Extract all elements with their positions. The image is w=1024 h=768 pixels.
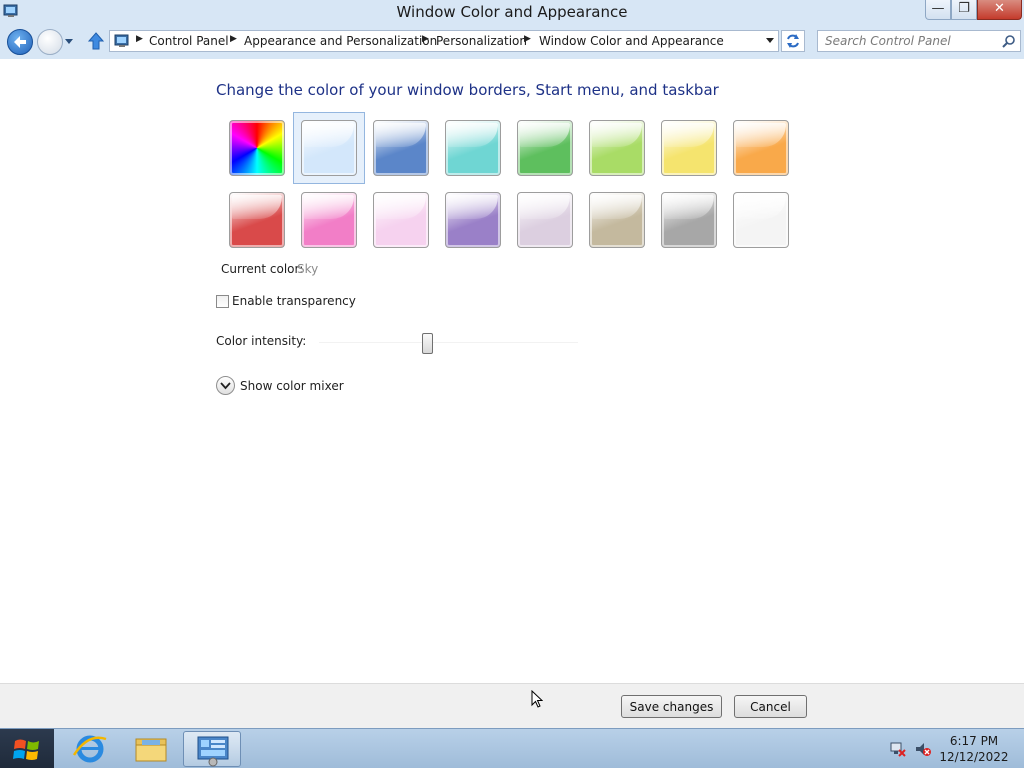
color-swatch[interactable]: [733, 192, 789, 248]
swatch-gloss: [664, 195, 714, 219]
clock-date[interactable]: 12/12/2022: [939, 750, 1009, 764]
control-panel-icon: [114, 34, 129, 47]
address-bar[interactable]: ▶ Control Panel ▶ Appearance and Persona…: [109, 30, 779, 52]
network-icon[interactable]: [889, 741, 907, 757]
breadcrumb-personalization[interactable]: Personalization: [436, 34, 527, 48]
control-panel-icon: [197, 736, 229, 767]
color-intensity-label: Color intensity:: [216, 334, 307, 348]
enable-transparency-checkbox[interactable]: [216, 295, 229, 308]
color-swatch[interactable]: [661, 120, 717, 176]
button-bar: Save changes Cancel: [0, 683, 1024, 728]
folder-icon: [135, 738, 167, 762]
color-swatch[interactable]: [589, 120, 645, 176]
windows-logo-icon: [13, 739, 39, 760]
search-input[interactable]: Search Control Panel: [825, 34, 951, 48]
color-intensity-slider-track[interactable]: [319, 342, 578, 343]
cancel-button[interactable]: Cancel: [734, 695, 807, 718]
swatch-gloss: [736, 123, 786, 147]
recent-pages-chevron-icon[interactable]: [64, 35, 74, 47]
color-swatch[interactable]: [301, 120, 357, 176]
address-dropdown-icon[interactable]: [766, 38, 774, 43]
swatch-gloss: [592, 123, 642, 147]
title-bar: Window Color and Appearance — ❐ ✕: [0, 0, 1024, 26]
swatch-gloss: [520, 123, 570, 147]
maximize-button[interactable]: ❐: [951, 0, 977, 20]
taskbar-file-explorer[interactable]: [122, 731, 180, 767]
refresh-button[interactable]: [781, 30, 805, 52]
swatch-gloss: [592, 195, 642, 219]
back-arrow-icon: [14, 36, 26, 48]
breadcrumb-control-panel[interactable]: Control Panel: [149, 34, 229, 48]
minimize-icon: —: [931, 1, 945, 16]
color-swatch[interactable]: [301, 192, 357, 248]
navigation-bar: ▶ Control Panel ▶ Appearance and Persona…: [0, 26, 1024, 59]
breadcrumb-separator-icon[interactable]: ▶: [524, 34, 531, 44]
show-color-mixer-label[interactable]: Show color mixer: [240, 379, 344, 393]
window-title: Window Color and Appearance: [396, 3, 628, 21]
save-changes-button[interactable]: Save changes: [621, 695, 722, 718]
volume-muted-icon[interactable]: [914, 741, 932, 757]
clock-time[interactable]: 6:17 PM: [939, 734, 1009, 748]
taskbar-internet-explorer[interactable]: [62, 731, 120, 767]
color-swatch[interactable]: [733, 120, 789, 176]
breadcrumb-separator-icon[interactable]: ▶: [136, 34, 143, 44]
swatch-gloss: [304, 123, 354, 147]
show-color-mixer-button[interactable]: [216, 376, 235, 395]
chevron-down-icon: [220, 382, 231, 390]
color-swatch[interactable]: [229, 192, 285, 248]
swatch-gloss: [448, 195, 498, 219]
enable-transparency-label[interactable]: Enable transparency: [232, 294, 356, 308]
current-color-value: Sky: [297, 262, 319, 276]
taskbar: 6:17 PM 12/12/2022: [0, 728, 1024, 768]
back-button[interactable]: [7, 29, 33, 55]
color-swatch[interactable]: [373, 192, 429, 248]
page-heading: Change the color of your window borders,…: [216, 81, 719, 99]
color-swatch[interactable]: [517, 192, 573, 248]
close-icon: ✕: [994, 1, 1005, 16]
forward-button[interactable]: [37, 29, 63, 55]
swatch-gloss: [520, 195, 570, 219]
swatch-gloss: [448, 123, 498, 147]
swatch-gloss: [304, 195, 354, 219]
color-swatch[interactable]: [229, 120, 285, 176]
internet-explorer-icon: [72, 735, 107, 763]
color-intensity-slider-thumb[interactable]: [422, 333, 433, 354]
breadcrumb-window-color[interactable]: Window Color and Appearance: [539, 34, 724, 48]
mouse-cursor-icon: [531, 690, 543, 708]
color-swatch[interactable]: [373, 120, 429, 176]
breadcrumb-separator-icon[interactable]: ▶: [230, 34, 237, 44]
color-swatch[interactable]: [445, 192, 501, 248]
refresh-icon: [787, 34, 799, 48]
taskbar-control-panel[interactable]: [183, 731, 241, 767]
search-icon[interactable]: [1001, 34, 1016, 49]
color-swatch[interactable]: [445, 120, 501, 176]
swatch-gloss: [736, 195, 786, 219]
close-button[interactable]: ✕: [977, 0, 1022, 20]
swatch-gloss: [376, 195, 426, 219]
color-swatch[interactable]: [589, 192, 645, 248]
restore-icon: ❐: [958, 1, 970, 16]
swatch-gloss: [376, 123, 426, 147]
color-swatch[interactable]: [517, 120, 573, 176]
breadcrumb-appearance-personalization[interactable]: Appearance and Personalization: [244, 34, 437, 48]
breadcrumb-separator-icon[interactable]: ▶: [422, 34, 429, 44]
up-arrow-icon[interactable]: [87, 31, 105, 51]
start-button[interactable]: [0, 729, 54, 768]
current-color-label: Current color:: [221, 262, 304, 276]
color-swatch[interactable]: [661, 192, 717, 248]
swatch-gloss: [664, 123, 714, 147]
search-box[interactable]: Search Control Panel: [817, 30, 1021, 52]
minimize-button[interactable]: —: [925, 0, 951, 20]
swatch-gloss: [232, 195, 282, 219]
